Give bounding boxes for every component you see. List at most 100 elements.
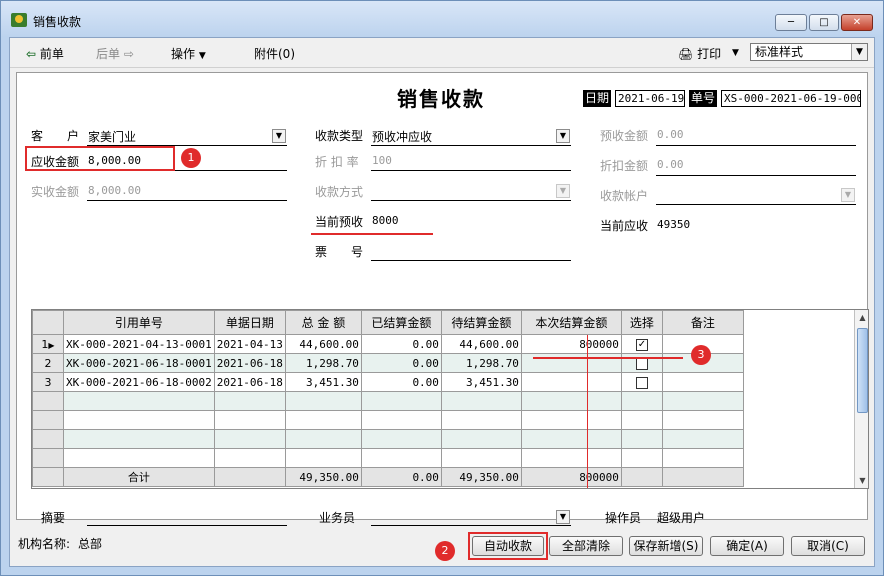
cell-pending[interactable]: 3,451.30 [440,372,522,392]
customer-dropdown-icon[interactable]: ▼ [272,129,286,143]
print-button[interactable]: 🖨 打印 [678,45,721,62]
settlement-highlight-line [533,357,683,359]
total-amount: 49,350.00 [284,467,362,487]
scroll-thumb[interactable] [857,328,868,413]
row-number: 3 [32,372,64,392]
callout-2: 2 [435,541,455,561]
salesman-dropdown-icon[interactable]: ▼ [556,510,570,524]
total-settled: 0.00 [360,467,442,487]
total-pending: 49,350.00 [440,467,522,487]
ticket-label: 票 号 [315,245,364,259]
type-label: 收款类型 [315,129,364,143]
empty-row[interactable] [32,410,744,430]
cell-ref-no[interactable]: XK-000-2021-04-13-0001 [63,334,215,354]
cell-date[interactable]: 2021-06-18 [213,353,286,373]
empty-row[interactable] [32,429,744,449]
cell-pending[interactable]: 1,298.70 [440,353,522,373]
cell-settled[interactable]: 0.00 [360,334,442,354]
total-this-settlement: 800000 [520,467,622,487]
cell-date[interactable]: 2021-06-18 [213,372,286,392]
cell-total[interactable]: 3,451.30 [284,372,362,392]
prepay-amount-label: 预收金额 [600,129,649,143]
header-rowno [32,310,64,335]
header-settled[interactable]: 已结算金额 [360,310,442,335]
table-row[interactable]: 1▶ XK-000-2021-04-13-0001 2021-04-13 44,… [32,334,744,354]
account-underline [656,204,856,205]
header-select[interactable]: 选择 [620,310,663,335]
scroll-down-icon[interactable]: ▼ [855,473,868,488]
checkbox-icon[interactable] [635,357,648,370]
save-new-button[interactable]: 保存新增(S) [629,536,703,556]
cell-select[interactable] [620,372,663,392]
date-field[interactable]: 2021-06-19 [615,90,685,107]
header-ref-no[interactable]: 引用单号 [63,310,215,335]
cell-total[interactable]: 44,600.00 [284,334,362,354]
checkbox-icon[interactable] [635,376,648,389]
close-button[interactable]: ✕ [841,14,873,31]
cell-this-settlement[interactable] [520,372,622,392]
org-value: 总部 [78,537,103,551]
next-doc-button[interactable]: 后单 ⇨ [96,45,134,62]
current-prepay-value: 8000 [372,214,399,227]
operator-label: 操作员 [605,511,642,525]
cell-select[interactable]: ✓ [620,334,663,354]
scroll-up-icon[interactable]: ▲ [855,310,868,326]
checkbox-checked-icon[interactable]: ✓ [635,338,648,351]
account-dropdown-icon[interactable]: ▼ [841,188,855,202]
ok-button[interactable]: 确定(A) [710,536,784,556]
form-panel: 销售收款 日期 2021-06-19 单号 XS-000-2021-06-19-… [16,72,869,526]
cell-ref-no[interactable]: XK-000-2021-06-18-0001 [63,353,215,373]
clear-all-button[interactable]: 全部清除 [549,536,623,556]
table-row[interactable]: 3 XK-000-2021-06-18-0002 2021-06-18 3,45… [32,372,744,392]
customer-value: 家美门业 [88,130,137,144]
caret-down-icon: ▼ [198,51,206,61]
print-style-select[interactable]: 标准样式 ▼ [750,43,868,61]
method-dropdown-icon[interactable]: ▼ [556,184,570,198]
attachments-button[interactable]: 附件(0) [254,45,295,62]
type-value: 预收冲应收 [372,130,433,144]
callout-1: 1 [181,148,201,168]
type-dropdown-icon[interactable]: ▼ [556,129,570,143]
header-date[interactable]: 单据日期 [213,310,286,335]
next-doc-label: 后单 [96,47,121,61]
print-dropdown-icon[interactable]: ▼ [732,48,739,58]
callout-3: 3 [691,345,711,365]
document-title: 销售收款 [397,87,485,111]
cell-date[interactable]: 2021-04-13 [213,334,286,354]
cell-pending[interactable]: 44,600.00 [440,334,522,354]
summary-field[interactable] [87,525,287,526]
discount-rate-value: 100 [372,154,392,167]
total-label: 合计 [63,467,215,487]
cancel-button[interactable]: 取消(C) [791,536,865,556]
discount-amount-underline [656,175,856,176]
doc-no-label: 单号 [689,90,718,107]
client-area: ⇦ 前单 后单 ⇨ 操作 ▼ 附件(0) 🖨 打印 ▼ 标准样式 ▼ 销售收款 … [9,37,875,567]
auto-receive-button[interactable]: 自动收款 [472,536,544,556]
empty-row[interactable] [32,448,744,468]
minimize-button[interactable]: ─ [775,14,807,31]
cell-total[interactable]: 1,298.70 [284,353,362,373]
salesman-field[interactable] [371,525,571,526]
discount-amount-label: 折扣金额 [600,159,649,173]
prev-doc-button[interactable]: ⇦ 前单 [26,45,64,62]
maximize-button[interactable]: □ [809,14,839,31]
header-pending[interactable]: 待结算金额 [440,310,522,335]
prepay-highlight-line [311,233,433,235]
header-this-settlement[interactable]: 本次结算金额 [520,310,622,335]
empty-row[interactable] [32,391,744,411]
date-label: 日期 [583,90,612,107]
header-total[interactable]: 总 金 额 [284,310,362,335]
grid-vertical-scrollbar[interactable]: ▲ ▼ [854,310,868,488]
header-remark[interactable]: 备注 [661,310,744,335]
cell-settled[interactable]: 0.00 [360,353,442,373]
cell-remark[interactable] [661,372,744,392]
discount-amount-value: 0.00 [657,158,684,171]
cell-settled[interactable]: 0.00 [360,372,442,392]
customer-label: 客 户 [31,129,80,143]
arrow-right-icon: ⇨ [123,47,134,61]
doc-no-field[interactable]: XS-000-2021-06-19-0002 [721,90,861,107]
cell-this-settlement[interactable]: 800000 [520,334,622,354]
cell-ref-no[interactable]: XK-000-2021-06-18-0002 [63,372,215,392]
arrow-left-icon: ⇦ [26,47,37,61]
actions-menu[interactable]: 操作 ▼ [171,45,206,62]
